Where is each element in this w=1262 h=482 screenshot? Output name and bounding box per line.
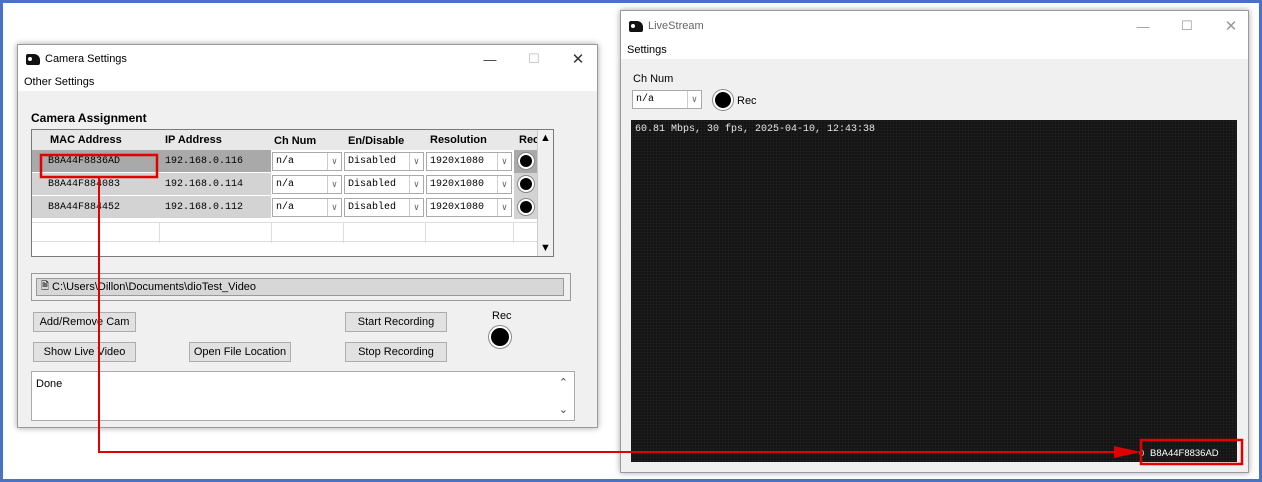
scroll-up-icon[interactable]: ▲ <box>540 132 551 144</box>
rec-label: Rec <box>492 310 512 322</box>
ip-cell[interactable]: 192.168.0.116 <box>159 150 271 172</box>
menu-other-settings[interactable]: Other Settings <box>24 76 94 88</box>
stream-mac-label: B8A44F8836AD <box>1150 448 1219 459</box>
file-path-text: C:\Users\Dillon\Documents\dioTest_Video <box>52 281 257 293</box>
grid-scrollbar[interactable]: ▲ ▼ <box>537 130 553 256</box>
window-title: Camera Settings <box>45 53 127 65</box>
open-file-location-button[interactable]: Open File Location <box>189 342 291 362</box>
resolution-select[interactable]: 1920x1080 ∨ <box>426 152 512 171</box>
menu-bar: Settings <box>621 41 1248 59</box>
chevron-down-icon: ∨ <box>687 91 701 108</box>
rec-label: Rec <box>737 95 757 107</box>
start-recording-button[interactable]: Start Recording <box>345 312 447 332</box>
scroll-up-icon[interactable]: ⌃ <box>559 376 568 389</box>
chevron-down-icon: ∨ <box>327 153 341 170</box>
chevron-down-icon: ∨ <box>327 176 341 193</box>
show-live-video-button[interactable]: Show Live Video <box>33 342 136 362</box>
file-path-group: 🗎 C:\Users\Dillon\Documents\dioTest_Vide… <box>31 273 571 301</box>
ch-select[interactable]: n/a ∨ <box>272 175 342 194</box>
resolution-select[interactable]: 1920x1080 ∨ <box>426 175 512 194</box>
col-mac[interactable]: MAC Address <box>50 134 122 146</box>
minimize-button[interactable]: — <box>470 45 510 73</box>
enable-select[interactable]: Disabled ∨ <box>344 175 424 194</box>
menu-bar: Other Settings <box>18 73 597 91</box>
ip-cell[interactable]: 192.168.0.114 <box>159 173 271 195</box>
maximize-button[interactable]: ☐ <box>514 45 554 73</box>
rec-indicator[interactable] <box>518 176 534 192</box>
maximize-button[interactable]: ☐ <box>1167 12 1207 40</box>
chevron-down-icon: ∨ <box>409 153 423 170</box>
close-button[interactable]: ✕ <box>558 45 598 73</box>
col-ch[interactable]: Ch Num <box>274 135 316 147</box>
chevron-down-icon: ∨ <box>497 153 511 170</box>
chevron-down-icon: ∨ <box>327 199 341 216</box>
video-feed[interactable]: 60.81 Mbps, 30 fps, 2025-04-10, 12:43:38… <box>631 120 1237 462</box>
col-en[interactable]: En/Disable <box>348 135 404 147</box>
ch-num-label: Ch Num <box>633 73 674 85</box>
mac-cell[interactable]: B8A44F884083 <box>32 173 159 195</box>
camera-settings-titlebar[interactable]: Camera Settings — ☐ ✕ <box>18 45 597 73</box>
camera-settings-window: Camera Settings — ☐ ✕ Other Settings Cam… <box>17 44 598 428</box>
rec-indicator[interactable] <box>713 90 733 110</box>
log-box[interactable]: Done ⌃ ⌄ <box>31 371 575 421</box>
ch-num-select[interactable]: n/a ∨ <box>632 90 702 109</box>
ch-select[interactable]: n/a ∨ <box>272 198 342 217</box>
log-text: Done <box>36 378 63 390</box>
ch-select[interactable]: n/a ∨ <box>272 152 342 171</box>
app-icon <box>26 53 40 65</box>
chevron-down-icon: ∨ <box>497 199 511 216</box>
scroll-down-icon[interactable]: ▼ <box>540 242 551 254</box>
table-row[interactable]: B8A44F884452 192.168.0.112 n/a ∨ Disabled… <box>32 196 538 219</box>
rec-indicator[interactable] <box>518 199 534 215</box>
col-ip[interactable]: IP Address <box>165 134 222 146</box>
empty-row <box>32 222 538 243</box>
enable-select[interactable]: Disabled ∨ <box>344 198 424 217</box>
file-path-field[interactable]: 🗎 C:\Users\Dillon\Documents\dioTest_Vide… <box>36 278 564 296</box>
chevron-down-icon: ∨ <box>409 199 423 216</box>
add-remove-cam-button[interactable]: Add/Remove Cam <box>33 312 136 332</box>
table-row[interactable]: B8A44F884083 192.168.0.114 n/a ∨ Disabled… <box>32 173 538 196</box>
ip-cell[interactable]: 192.168.0.112 <box>159 196 271 218</box>
file-icon: 🗎 <box>41 280 50 292</box>
menu-settings[interactable]: Settings <box>627 44 667 56</box>
window-title: LiveStream <box>648 20 704 32</box>
stream-overlay-text: 60.81 Mbps, 30 fps, 2025-04-10, 12:43:38 <box>635 124 876 135</box>
scroll-down-icon[interactable]: ⌄ <box>559 403 568 416</box>
mac-cell[interactable]: B8A44F884452 <box>32 196 159 218</box>
section-title: Camera Assignment <box>31 111 147 125</box>
grid-header: MAC Address IP Address Ch Num En/Disable… <box>32 130 539 150</box>
rec-indicator[interactable] <box>518 153 534 169</box>
livestream-window: LiveStream — ☐ ✕ Settings Ch Num n/a ∨ Re… <box>620 10 1249 473</box>
app-icon <box>629 20 643 32</box>
stop-recording-button[interactable]: Stop Recording <box>345 342 447 362</box>
close-button[interactable]: ✕ <box>1211 12 1251 40</box>
chevron-down-icon: ∨ <box>409 176 423 193</box>
table-row[interactable]: B8A44F8836AD 192.168.0.116 n/a ∨ Disabled… <box>32 150 538 173</box>
col-res[interactable]: Resolution <box>430 134 487 146</box>
rec-indicator-main[interactable] <box>489 326 511 348</box>
chevron-down-icon: ∨ <box>497 176 511 193</box>
livestream-titlebar[interactable]: LiveStream — ☐ ✕ <box>621 11 1248 41</box>
enable-select[interactable]: Disabled ∨ <box>344 152 424 171</box>
camera-grid[interactable]: MAC Address IP Address Ch Num En/Disable… <box>31 129 554 257</box>
resolution-select[interactable]: 1920x1080 ∨ <box>426 198 512 217</box>
mac-prefix: 0 <box>1139 449 1145 459</box>
mac-cell[interactable]: B8A44F8836AD <box>32 150 159 172</box>
minimize-button[interactable]: — <box>1123 12 1163 40</box>
